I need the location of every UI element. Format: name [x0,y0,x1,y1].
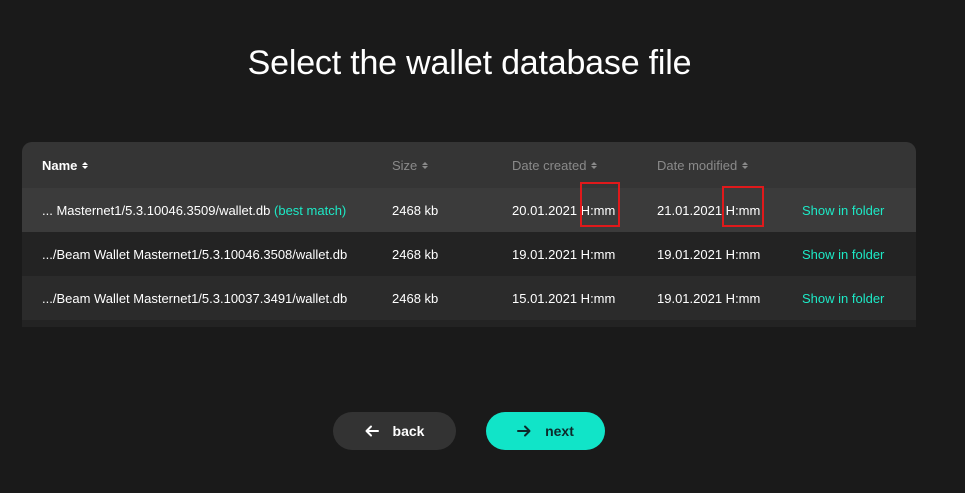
sort-icon [422,161,429,171]
date-modified: 19.01.2021 H:mm [657,291,761,306]
show-in-folder-link[interactable]: Show in folder [802,247,884,262]
sort-icon [591,161,598,171]
date-created: 15.01.2021 H:mm [512,291,616,306]
column-header-date-modified[interactable]: Date modified [657,158,749,173]
table-row-partial [22,320,916,327]
column-header-name[interactable]: Name [42,158,89,173]
column-header-date-modified-label: Date modified [657,158,738,173]
next-button-label: next [545,423,574,439]
file-path: .../Beam Wallet Masternet1/5.3.10037.349… [42,291,348,306]
column-header-name-label: Name [42,158,78,173]
next-button[interactable]: next [486,412,605,450]
arrow-left-icon [365,425,379,437]
table-row[interactable]: ... Masternet1/5.3.10046.3509/wallet.db … [22,188,916,232]
file-path: .../Beam Wallet Masternet1/5.3.10046.350… [42,247,348,262]
file-path: ... Masternet1/5.3.10046.3509/wallet.db … [42,203,346,218]
file-size: 2468 kb [392,247,439,262]
table-row[interactable]: .../Beam Wallet Masternet1/5.3.10037.349… [22,276,916,320]
date-modified: 19.01.2021 H:mm [657,247,761,262]
best-match-badge: (best match) [274,203,347,218]
sort-icon [742,161,749,171]
table-header: Name Size Date created Date modified [22,142,916,188]
show-in-folder-link[interactable]: Show in folder [802,203,884,218]
wallet-file-table: Name Size Date created Date modified ...… [22,142,916,327]
date-modified: 21.01.2021 H:mm [657,203,761,218]
column-header-size-label: Size [392,158,418,173]
sort-icon [82,161,89,171]
file-size: 2468 kb [392,291,439,306]
column-header-date-created-label: Date created [512,158,587,173]
column-header-size[interactable]: Size [392,158,429,173]
back-button[interactable]: back [333,412,456,450]
table-row[interactable]: .../Beam Wallet Masternet1/5.3.10046.350… [22,232,916,276]
page-title: Select the wallet database file [247,44,692,82]
select-wallet-db-page: Select the wallet database file Name Siz… [0,0,965,493]
file-path-text: ... Masternet1/5.3.10046.3509/wallet.db [42,203,271,218]
back-button-label: back [392,423,425,439]
date-created: 19.01.2021 H:mm [512,247,616,262]
column-header-date-created[interactable]: Date created [512,158,598,173]
show-in-folder-link[interactable]: Show in folder [802,291,884,306]
date-created: 20.01.2021 H:mm [512,203,616,218]
arrow-right-icon [517,425,531,437]
file-size: 2468 kb [392,203,439,218]
